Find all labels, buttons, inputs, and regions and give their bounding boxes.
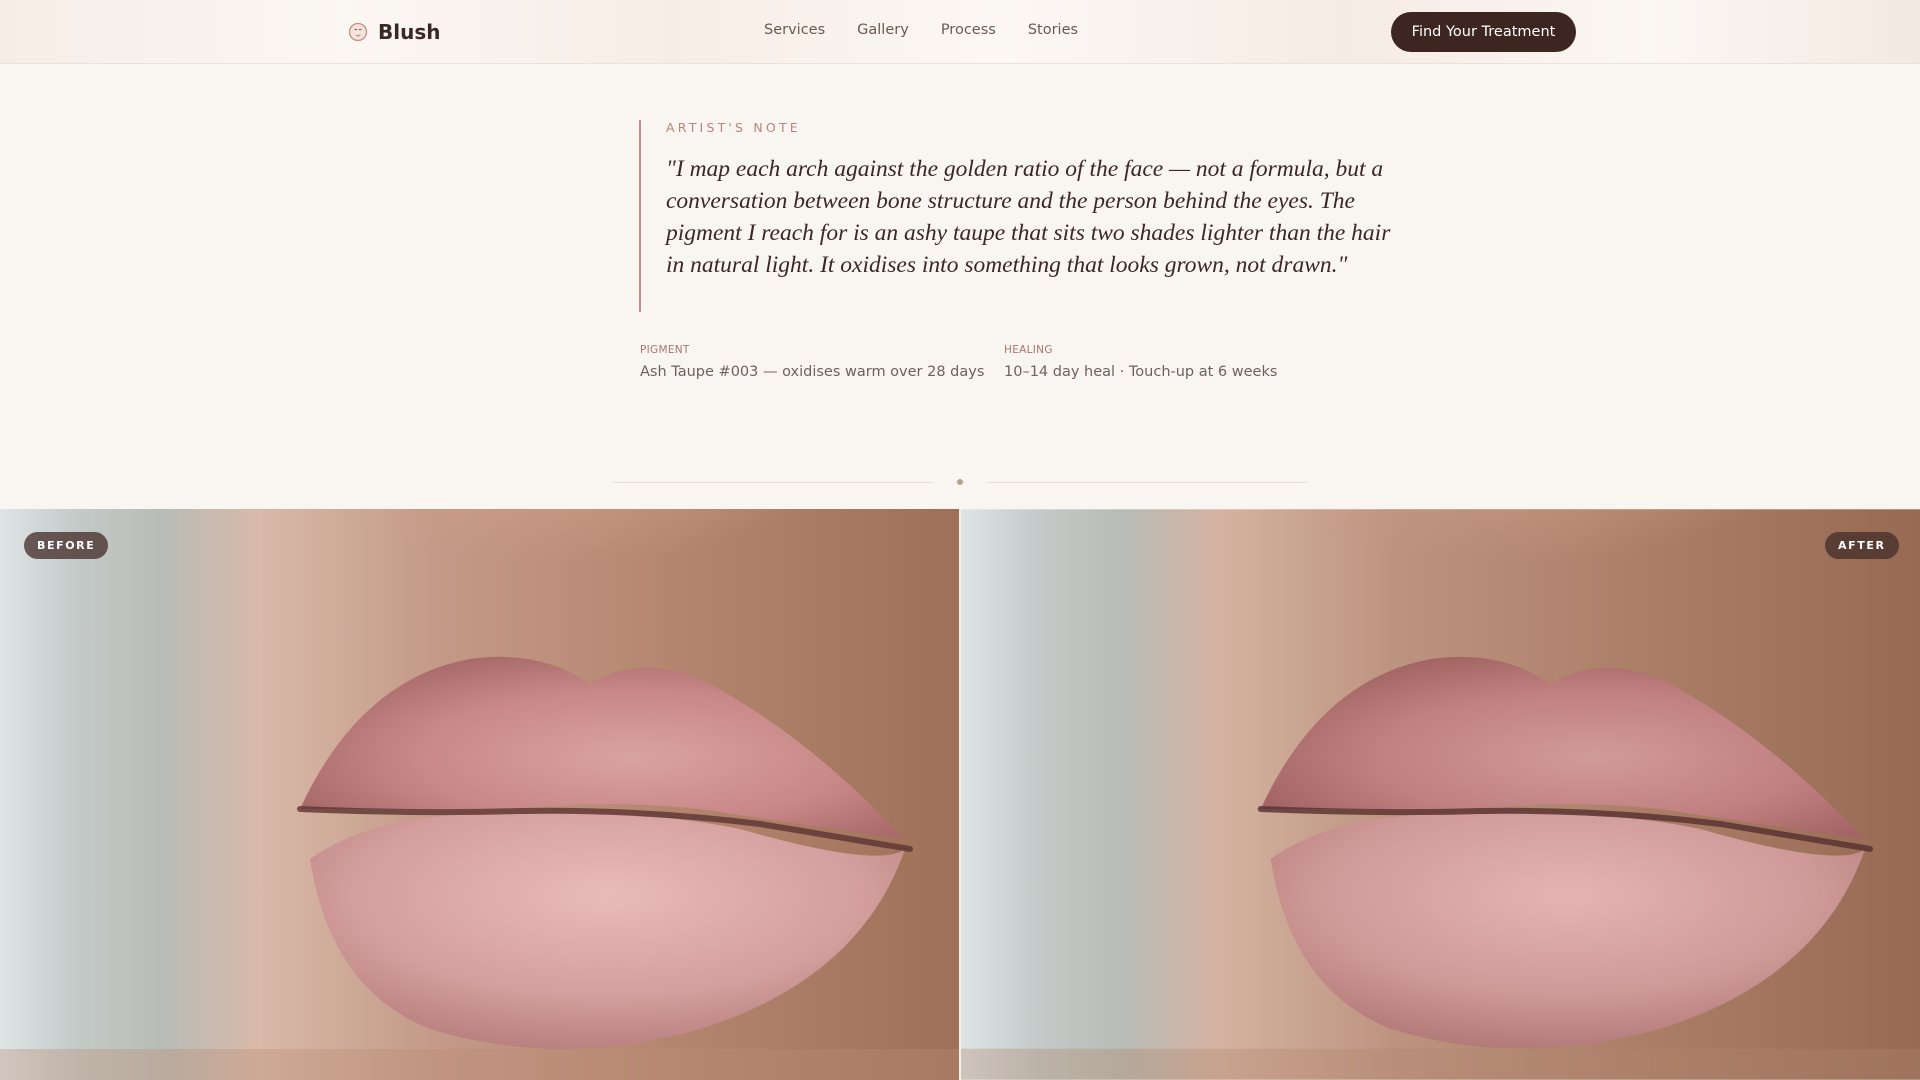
healing-label: HEALING [1004,344,1053,356]
nav-link-services[interactable]: Services [764,22,825,38]
before-photo [0,509,960,1080]
note-eyebrow: ARTIST'S NOTE [666,120,801,135]
divider-left [613,482,933,483]
pigment-label: PIGMENT [640,344,690,356]
divider-dot [957,479,963,485]
lips-photo-before [0,509,960,1080]
divider-right [987,482,1307,483]
after-badge: AFTER [1825,532,1899,559]
note-quote: "I map each arch against the golden rati… [666,156,1391,278]
after-photo [961,509,1920,1080]
pigment-value: Ash Taupe #003 — oxidises warm over 28 d… [640,364,985,380]
nav-link-stories[interactable]: Stories [1028,22,1078,38]
nav-link-gallery[interactable]: Gallery [857,22,909,38]
brand-name: Blush [378,20,441,44]
before-badge: BEFORE [24,532,109,559]
main-nav: Services Gallery Process Stories [764,22,1078,38]
face-mark-icon [348,22,368,42]
artist-note: ARTIST'S NOTE "I map each arch against t… [639,120,1399,312]
site-header: Blush Services Gallery Process Stories F… [0,0,1920,64]
nav-link-process[interactable]: Process [941,22,996,38]
pigment-meta: PIGMENT Ash Taupe #003 — oxidises warm o… [640,344,984,380]
healing-meta: HEALING 10–14 day heal · Touch-up at 6 w… [1004,344,1277,380]
find-treatment-button[interactable]: Find Your Treatment [1391,12,1576,52]
brand-logo-link[interactable]: Blush [348,19,440,45]
healing-value: 10–14 day heal · Touch-up at 6 weeks [1004,364,1278,380]
lips-photo-after [961,509,1920,1080]
